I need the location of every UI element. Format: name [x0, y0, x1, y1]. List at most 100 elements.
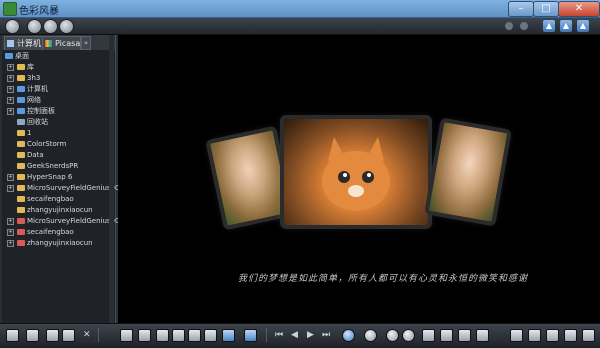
tree-item-label: secaifengbao	[27, 228, 74, 236]
play-icon[interactable]: ▶	[307, 330, 314, 340]
picasa-icon	[45, 40, 52, 47]
settings-icon[interactable]	[510, 329, 523, 342]
delete-icon[interactable]: ✕	[83, 330, 91, 340]
folder-icon	[17, 185, 25, 191]
tree-item-label: zhangyujinxiaocun	[27, 239, 93, 247]
dot-icon[interactable]	[505, 22, 513, 30]
tree-item[interactable]: 1	[2, 128, 115, 138]
edit-icon[interactable]	[222, 329, 235, 342]
sidebar-tabs: 计算机 Picasa »	[2, 35, 115, 50]
zoom-out-icon[interactable]	[386, 329, 399, 342]
first-icon[interactable]: ⏮	[275, 330, 283, 340]
zoom-fit-icon[interactable]	[402, 329, 415, 342]
crop-icon[interactable]	[188, 329, 201, 342]
tree-item-label: 计算机	[27, 85, 48, 93]
back-icon[interactable]	[5, 19, 20, 34]
save-icon[interactable]	[46, 329, 59, 342]
zoom-in-icon[interactable]	[364, 329, 377, 342]
grid-icon[interactable]	[120, 329, 133, 342]
tab-scroll-button[interactable]: »	[81, 36, 91, 50]
expand-toggle[interactable]: +	[7, 240, 14, 247]
tree-item[interactable]: GeekSnerdsPR	[2, 161, 115, 171]
view-icon[interactable]	[440, 329, 453, 342]
print-icon[interactable]	[62, 329, 75, 342]
arrow-right-icon[interactable]: ▲	[577, 20, 589, 32]
tree-item[interactable]: 桌面	[2, 51, 115, 61]
center-photo-kitten[interactable]	[280, 115, 432, 229]
expand-toggle[interactable]: +	[7, 108, 14, 115]
expand-toggle[interactable]: +	[7, 218, 14, 225]
last-icon[interactable]: ⏭	[322, 330, 330, 340]
add-icon[interactable]	[156, 329, 169, 342]
dot-icon[interactable]	[520, 22, 528, 30]
tree-item[interactable]: zhangyujinxiaocun	[2, 205, 115, 215]
tree-item[interactable]: Data	[2, 150, 115, 160]
control-panel-icon	[17, 108, 25, 114]
expand-toggle[interactable]: +	[7, 229, 14, 236]
tab-computer[interactable]: 计算机	[4, 36, 45, 50]
window-icon[interactable]	[546, 329, 559, 342]
frame-icon[interactable]	[204, 329, 217, 342]
window-title: 色彩风暴	[19, 6, 59, 17]
archive-icon	[17, 229, 25, 235]
tree-item[interactable]: + zhangyujinxiaocun	[2, 238, 115, 248]
folder-icon	[17, 141, 25, 147]
tree-item[interactable]: + secaifengbao	[2, 227, 115, 237]
folder-icon	[17, 196, 25, 202]
bottom-toolbar: ✕ ⏮ ◀ ▶ ⏭	[0, 323, 600, 348]
tree-item[interactable]: + 库	[2, 62, 115, 72]
folder-icon	[17, 64, 25, 70]
view-icon[interactable]	[458, 329, 471, 342]
right-photo-girl[interactable]	[424, 117, 512, 227]
tree-item[interactable]: ColorStorm	[2, 139, 115, 149]
tree-item-label: secaifengbao	[27, 195, 74, 203]
rotate-icon[interactable]	[342, 329, 355, 342]
tree-item[interactable]: + MicroSurveyFieldGenius90	[2, 183, 119, 193]
expand-toggle[interactable]: +	[7, 97, 14, 104]
copy-icon[interactable]	[26, 329, 39, 342]
expand-toggle[interactable]: +	[7, 86, 14, 93]
tree-item[interactable]: + HyperSnap 6	[2, 172, 115, 182]
grid-icon[interactable]	[138, 329, 151, 342]
tree-item-label: HyperSnap 6	[27, 173, 73, 181]
expand-icon[interactable]	[582, 329, 595, 342]
layout-icon[interactable]	[172, 329, 185, 342]
window-icon[interactable]	[528, 329, 541, 342]
expand-toggle[interactable]: +	[7, 75, 14, 82]
slideshow-icon[interactable]	[244, 329, 257, 342]
sidebar-scrollbar[interactable]	[109, 35, 114, 323]
view-icon[interactable]	[476, 329, 489, 342]
tree-item-label: 回收站	[27, 118, 48, 126]
close-button[interactable]: ✕	[558, 1, 600, 17]
expand-toggle[interactable]: +	[7, 174, 14, 181]
tree-item-label: 3h3	[27, 74, 41, 82]
fullscreen-icon[interactable]	[564, 329, 577, 342]
tab-picasa[interactable]: Picasa	[42, 36, 81, 50]
tree-item[interactable]: secaifengbao	[2, 194, 115, 204]
arrow-left-icon[interactable]: ▲	[543, 20, 555, 32]
view-icon[interactable]	[422, 329, 435, 342]
arrow-up-icon[interactable]: ▲	[560, 20, 572, 32]
forward-icon[interactable]	[27, 19, 42, 34]
kitten-face	[322, 137, 390, 211]
refresh-icon[interactable]	[59, 19, 74, 34]
tree-item[interactable]: + 控制面板	[2, 106, 115, 116]
expand-toggle[interactable]: +	[7, 64, 14, 71]
tree-item-label: 网络	[27, 96, 41, 104]
folder-icon	[17, 163, 25, 169]
tree-item-label: 桌面	[15, 52, 29, 60]
tree-item-label: Data	[27, 151, 44, 159]
exit-icon[interactable]	[6, 329, 19, 342]
previous-icon[interactable]: ◀	[291, 330, 298, 340]
minimize-button[interactable]: –	[508, 1, 534, 17]
maximize-button[interactable]: □	[533, 1, 559, 17]
tree-item[interactable]: + 计算机	[2, 84, 115, 94]
tree-item[interactable]: + 网络	[2, 95, 115, 105]
folder-icon	[17, 174, 25, 180]
up-icon[interactable]	[43, 19, 58, 34]
tree-item[interactable]: + 3h3	[2, 73, 115, 83]
tree-item[interactable]: + MicroSurveyFieldGenius90	[2, 216, 119, 226]
tree-item[interactable]: 回收站	[2, 117, 115, 127]
expand-toggle[interactable]: +	[7, 185, 14, 192]
photo-viewer: 我们的梦想是如此简单，所有人都可以有心灵和永恒的微笑和感谢	[118, 35, 600, 323]
